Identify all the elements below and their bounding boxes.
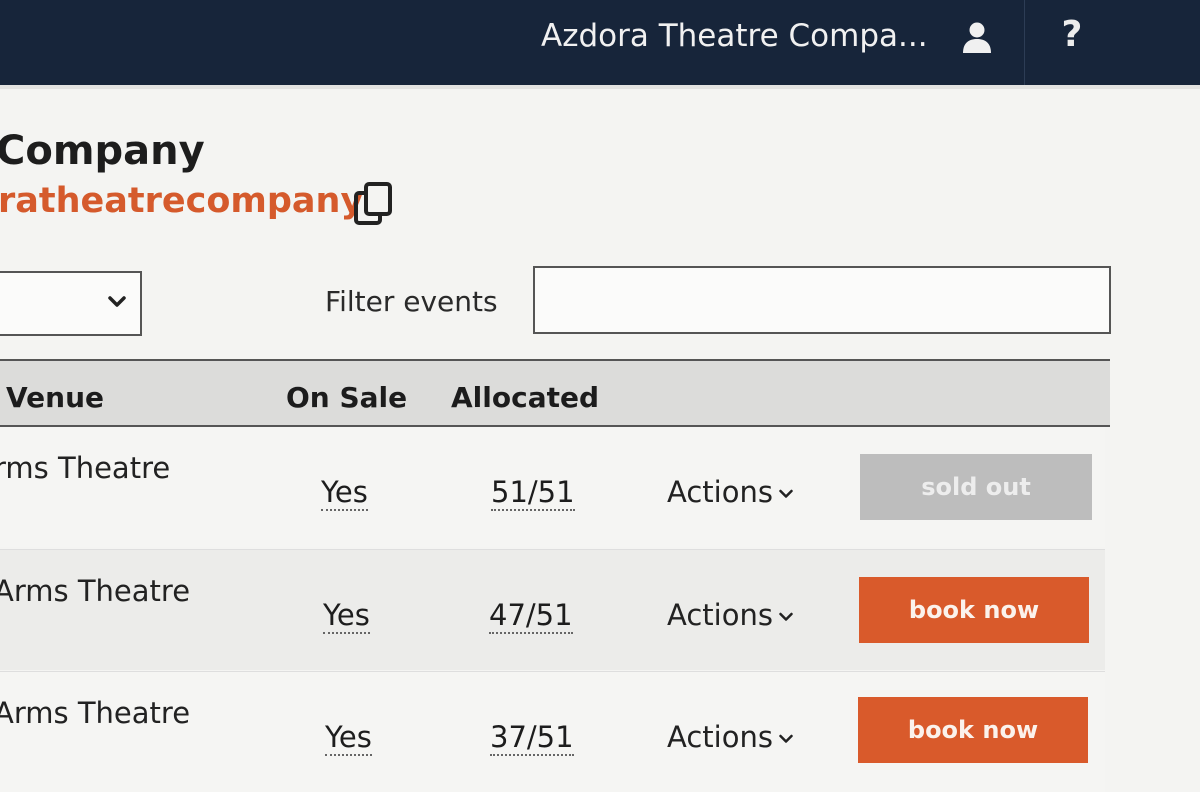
help-icon[interactable]: ? [1056,12,1088,58]
allocated-value[interactable]: 51/51 [491,475,575,511]
chevron-down-icon [108,296,126,307]
column-header-venue[interactable]: Venue [6,381,104,414]
top-bar: Azdora Theatre Compa... ? [0,0,1200,85]
on-sale-value[interactable]: Yes [325,720,372,756]
venue-name: Arms Theatre [0,696,191,730]
table-row: Arms Theatre Yes 37/51 Actions book now [0,671,1105,792]
copy-icon[interactable] [353,181,395,227]
table-row: rms Theatre Yes 51/51 Actions sold out [0,427,1105,547]
filter-events-input[interactable] [533,266,1111,334]
book-now-button[interactable]: book now [859,577,1089,643]
venue-name: rms Theatre [0,451,171,485]
company-handle: ratheatrecompany [0,181,364,221]
book-now-button[interactable]: book now [858,697,1088,763]
actions-label: Actions [667,720,773,754]
actions-label: Actions [667,475,773,509]
event-select[interactable] [0,271,142,336]
table-row: Arms Theatre Yes 47/51 Actions book now [0,549,1105,670]
actions-dropdown[interactable]: Actions [667,720,793,754]
filter-events-label: Filter events [325,285,498,318]
venue-name: Arms Theatre [0,574,191,608]
chevron-down-icon [779,612,793,621]
chevron-down-icon [779,734,793,743]
table-header: Venue On Sale Allocated [0,359,1110,427]
allocated-value[interactable]: 47/51 [489,598,573,634]
actions-dropdown[interactable]: Actions [667,475,793,509]
actions-dropdown[interactable]: Actions [667,598,793,632]
column-header-allocated[interactable]: Allocated [451,381,599,414]
actions-label: Actions [667,598,773,632]
sold-out-button: sold out [860,454,1092,520]
topbar-divider [1024,0,1025,85]
column-header-on-sale[interactable]: On Sale [286,381,407,414]
content-edge [0,85,1200,89]
on-sale-value[interactable]: Yes [323,598,370,634]
company-name[interactable]: Azdora Theatre Compa... [541,18,928,54]
on-sale-value[interactable]: Yes [321,475,368,511]
page-title: Company [0,128,205,174]
chevron-down-icon [779,489,793,498]
allocated-value[interactable]: 37/51 [490,720,574,756]
user-icon[interactable] [960,20,994,54]
